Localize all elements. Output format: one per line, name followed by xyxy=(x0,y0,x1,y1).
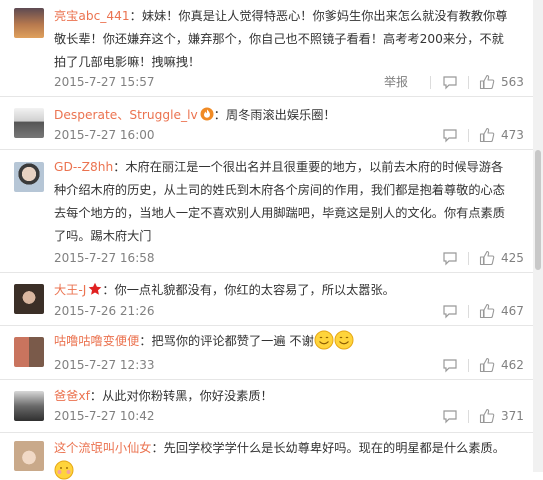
divider xyxy=(468,252,469,265)
timestamp: 2015-7-27 12:33 xyxy=(54,358,155,372)
comment-text: ：先回学校学学什么是长幼尊卑好吗。现在的明星都是什么素质。 xyxy=(151,441,505,455)
avatar[interactable] xyxy=(14,108,44,138)
like-count: 467 xyxy=(501,304,524,318)
comment-item: 大王-J ：你一点礼貌都没有，你红的太容易了，所以太嚣张。 2015-7-26 2… xyxy=(0,273,533,326)
like-count: 371 xyxy=(501,409,524,423)
shy-emoji-icon xyxy=(54,460,74,480)
divider xyxy=(468,129,469,142)
avatar[interactable] xyxy=(14,284,44,314)
thumbs-up-icon xyxy=(479,250,495,266)
reply-icon[interactable] xyxy=(442,74,458,90)
smile-emoji-icon xyxy=(314,330,334,350)
comment-text: ：木府在丽江是一个很出名并且很重要的地方，以前去木府的时候导游各种介绍木府的历史… xyxy=(54,160,505,243)
reply-icon[interactable] xyxy=(442,408,458,424)
like-count: 563 xyxy=(501,75,524,89)
reply-icon[interactable] xyxy=(442,357,458,373)
username-link[interactable]: 爸爸xf xyxy=(54,389,90,403)
avatar[interactable] xyxy=(14,391,44,421)
comment-meta: 2015-7-26 21:26 467 xyxy=(54,301,524,321)
like-count: 473 xyxy=(501,128,524,142)
username-link[interactable]: Desperate、Struggle_lv xyxy=(54,108,198,122)
fire-badge-icon xyxy=(200,107,214,121)
smile-emoji-icon xyxy=(334,330,354,350)
report-link[interactable]: 举报 xyxy=(384,72,408,92)
comment-list: 亮宝abc_441：妹妹！你真是让人觉得特恶心！你爹妈生你出来怎么就没有教教你尊… xyxy=(0,0,533,480)
comment-meta: 2015-7-27 15:57 举报 563 xyxy=(54,72,524,92)
thumbs-up-icon xyxy=(479,357,495,373)
star-badge-icon xyxy=(89,282,102,295)
comment-text: ：周冬雨滚出娱乐圈！ xyxy=(213,108,336,122)
username-link[interactable]: 亮宝abc_441 xyxy=(54,9,130,23)
timestamp: 2015-7-27 15:57 xyxy=(54,75,155,89)
avatar[interactable] xyxy=(14,337,44,367)
thumbs-up-icon xyxy=(479,303,495,319)
comment-item: 咕噜咕噜变便便：把骂你的评论都赞了一遍 不谢 2015-7-27 12:33 4… xyxy=(0,326,533,380)
timestamp: 2015-7-27 10:42 xyxy=(54,409,155,423)
comment-item: GD--Z8hh：木府在丽江是一个很出名并且很重要的地方，以前去木府的时候导游各… xyxy=(0,150,533,273)
comment-meta: 2015-7-27 10:42 371 xyxy=(54,406,524,426)
timestamp: 2015-7-26 21:26 xyxy=(54,304,155,318)
comment-meta: 2015-7-27 16:58 425 xyxy=(54,248,524,268)
comment-item: 亮宝abc_441：妹妹！你真是让人觉得特恶心！你爹妈生你出来怎么就没有教教你尊… xyxy=(0,0,533,97)
reply-icon[interactable] xyxy=(442,250,458,266)
divider xyxy=(468,410,469,423)
timestamp: 2015-7-27 16:58 xyxy=(54,251,155,265)
thumbs-up-icon xyxy=(479,408,495,424)
divider xyxy=(468,76,469,89)
like-count: 462 xyxy=(501,358,524,372)
scrollbar-thumb[interactable] xyxy=(535,150,541,270)
avatar[interactable] xyxy=(14,162,44,192)
comment-item: 这个流氓叫小仙女：先回学校学学什么是长幼尊卑好吗。现在的明星都是什么素质。 xyxy=(0,433,533,480)
thumbs-up-icon xyxy=(479,127,495,143)
avatar[interactable] xyxy=(14,8,44,38)
comment-item: Desperate、Struggle_lv ：周冬雨滚出娱乐圈！ 2015-7-2… xyxy=(0,97,533,150)
timestamp: 2015-7-27 16:00 xyxy=(54,128,155,142)
reply-icon[interactable] xyxy=(442,303,458,319)
avatar[interactable] xyxy=(14,441,44,471)
comment-text: ：把骂你的评论都赞了一遍 不谢 xyxy=(139,334,314,348)
username-link[interactable]: 大王-J xyxy=(54,283,86,297)
username-link[interactable]: GD--Z8hh xyxy=(54,160,113,174)
reply-icon[interactable] xyxy=(442,127,458,143)
comment-text: ：你一点礼貌都没有，你红的太容易了，所以太嚣张。 xyxy=(102,283,395,297)
divider xyxy=(430,76,431,89)
comment-meta: 2015-7-27 12:33 462 xyxy=(54,355,524,375)
comment-meta: 2015-7-27 16:00 473 xyxy=(54,125,524,145)
scrollbar[interactable] xyxy=(533,0,543,472)
thumbs-up-icon xyxy=(479,74,495,90)
username-link[interactable]: 这个流氓叫小仙女 xyxy=(54,441,152,455)
comment-item: 爸爸xf：从此对你粉转黑，你好没素质！ 2015-7-27 10:42 371 xyxy=(0,380,533,433)
username-link[interactable]: 咕噜咕噜变便便 xyxy=(54,334,139,348)
comment-text: ：从此对你粉转黑，你好没素质！ xyxy=(89,389,273,403)
like-count: 425 xyxy=(501,251,524,265)
divider xyxy=(468,305,469,318)
divider xyxy=(468,359,469,372)
